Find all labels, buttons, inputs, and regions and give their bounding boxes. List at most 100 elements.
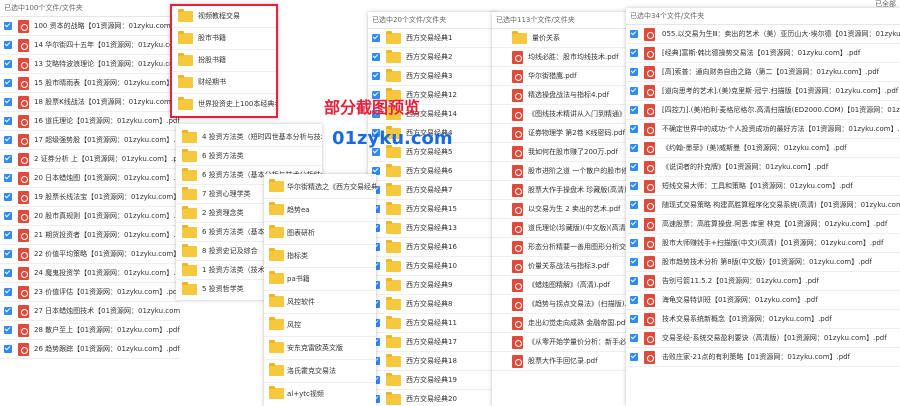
list-item[interactable]: 高速股票：高胜算操盘.阿恩·库里 林克【01资源网：01zyku.com】.pd… <box>626 215 900 234</box>
list-item[interactable]: 6 投资方法类 <box>176 147 322 166</box>
list-item[interactable]: 股票大作手操盘术 珍藏版(高清).pdf <box>492 181 630 200</box>
list-item[interactable]: [道向思考的艺术].(美)克里斯·冠宁.扫描版【01资源网：01zyku.com… <box>626 82 900 101</box>
list-item[interactable]: 27 日本蜡烛图技术【01资源网：01zyku.com】.pdf <box>0 302 180 321</box>
list-item[interactable]: 量价关系 <box>492 29 630 48</box>
list-item[interactable]: 股市趋势技术分析 第8版(中文版)【01资源网：01zyku.com】.pdf <box>626 253 900 272</box>
list-item[interactable]: 随现式交易策略 构建高胜算程序化交易系统(高清)【01资源网：01zyku.co… <box>626 196 900 215</box>
list-item[interactable]: 视频教程交易 <box>172 6 276 28</box>
checkbox-icon[interactable] <box>630 106 638 114</box>
list-item[interactable]: 形态分析精要一善用图形分析交易 <box>492 238 630 257</box>
list-item[interactable]: 2 证券分析 上【01资源网：01zyku.com】.pdf <box>0 150 180 169</box>
checkbox-icon[interactable] <box>4 22 12 30</box>
checkbox-icon[interactable] <box>630 87 638 95</box>
checkbox-icon[interactable] <box>630 296 638 304</box>
list-item[interactable]: 16 道氏理论【01资源网：01zyku.com】.pdf <box>0 112 180 131</box>
list-item[interactable]: 股市进阶之道 一个散户的股市修养.pdf <box>492 162 630 181</box>
checkbox-icon[interactable] <box>4 98 12 106</box>
checkbox-icon[interactable] <box>4 193 12 201</box>
checkbox-icon[interactable] <box>4 41 12 49</box>
list-item[interactable]: 股票大作手回忆录.pdf <box>492 352 630 371</box>
checkbox-icon[interactable] <box>4 345 12 353</box>
list-item[interactable]: 西方交易经典8 <box>368 295 496 314</box>
list-item[interactable]: 击败庄家-21点的有利策略【01资源网：01zyku.com】.pdf <box>626 348 900 367</box>
list-item[interactable]: 海龟交易特训班【01资源网：01zyku.com】.pdf <box>626 291 900 310</box>
list-item[interactable]: 18 股票K线战法【01资源网：01zyku.com】.pdf <box>0 93 180 112</box>
list-item[interactable]: pa书籍 <box>264 268 376 291</box>
list-item[interactable]: 股市书籍 <box>172 28 276 50</box>
list-item[interactable]: 西方交易经典9 <box>368 276 496 295</box>
checkbox-icon[interactable] <box>630 201 638 209</box>
checkbox-icon[interactable] <box>4 174 12 182</box>
list-item[interactable]: 15 股市晴雨表【01资源网：01zyku.com】.pdf <box>0 74 180 93</box>
checkbox-icon[interactable] <box>372 34 380 42</box>
list-item[interactable]: 21 期货投资者【01资源网：01zyku.com】.pdf <box>0 226 180 245</box>
list-item[interactable]: 精选操盘战法与指标4.pdf <box>492 86 630 105</box>
list-item[interactable]: 13 艾略特波浪理论【01资源网：01zyku.com】.pdf <box>0 55 180 74</box>
list-item[interactable]: 华尔街猎鹰.pdf <box>492 67 630 86</box>
checkbox-icon[interactable] <box>4 231 12 239</box>
checkbox-icon[interactable] <box>630 220 638 228</box>
checkbox-icon[interactable] <box>4 269 12 277</box>
list-item[interactable]: 洛氏霍克交易法 <box>264 360 376 383</box>
list-item[interactable]: 西方交易经典13 <box>368 219 496 238</box>
checkbox-icon[interactable] <box>630 334 638 342</box>
checkbox-icon[interactable] <box>630 353 638 361</box>
checkbox-icon[interactable] <box>630 182 638 190</box>
list-item[interactable]: 《图线技术精讲从入门到精通》.pdf <box>492 105 630 124</box>
list-item[interactable]: 风控 <box>264 314 376 337</box>
list-item[interactable]: 道氏理论(珍藏版)(中文版)(高清)PDF <box>492 219 630 238</box>
list-item[interactable]: 26 趋势跟踪【01资源网：01zyku.com】.pdf <box>0 340 180 359</box>
checkbox-icon[interactable] <box>4 117 12 125</box>
list-item[interactable]: 财经期书 <box>172 72 276 94</box>
list-item[interactable]: 短线交易大师：工具和策略【01资源网：01zyku.com】.pdf <box>626 177 900 196</box>
checkbox-icon[interactable] <box>372 53 380 61</box>
list-item[interactable]: 西方交易经典7 <box>368 181 496 200</box>
checkbox-icon[interactable] <box>630 239 638 247</box>
list-item[interactable]: 华尔街精选之《西方交易经典》 <box>264 176 376 199</box>
checkbox-icon[interactable] <box>630 49 638 57</box>
checkbox-icon[interactable] <box>630 258 638 266</box>
checkbox-icon[interactable] <box>4 136 12 144</box>
list-item[interactable]: 100 资本的战略【01资源网：01zyku.com】.pdf <box>0 17 180 36</box>
list-item[interactable]: 22 价值平均策略【01资源网：01zyku.com】.pdf <box>0 245 180 264</box>
checkbox-icon[interactable] <box>4 60 12 68</box>
list-item[interactable]: 《蜡烛图精解》(高清).pdf <box>492 276 630 295</box>
checkbox-icon[interactable] <box>4 250 12 258</box>
list-item[interactable]: 西方交易经典19 <box>368 371 496 390</box>
checkbox-icon[interactable] <box>4 79 12 87</box>
checkbox-icon[interactable] <box>372 148 380 156</box>
list-item[interactable]: 西方交易经典3 <box>368 67 496 86</box>
list-item[interactable]: [高]索普：通向财务自由之路（第二【01资源网：01zyku.com】.pdf <box>626 63 900 82</box>
checkbox-icon[interactable] <box>4 288 12 296</box>
list-item[interactable]: 走出幻觉走向成熟 金融帝国.pdf <box>492 314 630 333</box>
list-item[interactable]: 西方交易经典18 <box>368 352 496 371</box>
list-item[interactable]: 28 散户至上【01资源网：01zyku.com】.pdf <box>0 321 180 340</box>
checkbox-icon[interactable] <box>4 326 12 334</box>
checkbox-icon[interactable] <box>630 315 638 323</box>
checkbox-icon[interactable] <box>4 307 12 315</box>
list-item[interactable]: 《从零开始学量价分析：新手必读》.pdf <box>492 333 630 352</box>
list-item[interactable]: 西方交易经典6 <box>368 162 496 181</box>
list-item[interactable]: 14 华尔街四十五年【01资源网：01zyku.com】.pdf <box>0 36 180 55</box>
checkbox-icon[interactable] <box>630 277 638 285</box>
checkbox-icon[interactable] <box>372 72 380 80</box>
list-item[interactable]: 20 股市真规则【01资源网：01zyku.com】.pdf <box>0 207 180 226</box>
list-item[interactable]: 055.以交易为生Ⅲ：卖出的艺术（美）亚历山大·埃尔德【01资源网：01zyku… <box>626 25 900 44</box>
list-item[interactable]: 安东克雷欧英文版 <box>264 337 376 360</box>
list-item[interactable]: 技术交易系统新概念【01资源网：01zyku.com】.pdf <box>626 310 900 329</box>
list-item[interactable]: 交易圣经-系统交易盈利要诀（高清版）【01资源网：01zyku.com】.pdf <box>626 329 900 348</box>
checkbox-icon[interactable] <box>630 68 638 76</box>
list-item[interactable]: 西方交易经典2 <box>368 48 496 67</box>
list-item[interactable]: 20 日本蜡烛图【01资源网：01zyku.com】.pdf <box>0 169 180 188</box>
list-item[interactable]: 西方交易经典11 <box>368 314 496 333</box>
list-item[interactable]: 指标类 <box>264 245 376 268</box>
list-item[interactable]: 世界投资史上100本经典名著 <box>172 94 276 115</box>
checkbox-icon[interactable] <box>630 125 638 133</box>
list-item[interactable]: 证券物理学 第2卷 K线密码.pdf <box>492 124 630 143</box>
list-item[interactable]: 以交易为生 2 卖出的艺术.pdf <box>492 200 630 219</box>
list-item[interactable]: 23 价值评估【01资源网：01zyku.com】.pdf <box>0 283 180 302</box>
list-item[interactable]: 西方交易经典16 <box>368 238 496 257</box>
list-item[interactable]: 图表研析 <box>264 222 376 245</box>
checkbox-icon[interactable] <box>630 163 638 171</box>
list-item[interactable]: 均线必胜：股市均线技术.pdf <box>492 48 630 67</box>
